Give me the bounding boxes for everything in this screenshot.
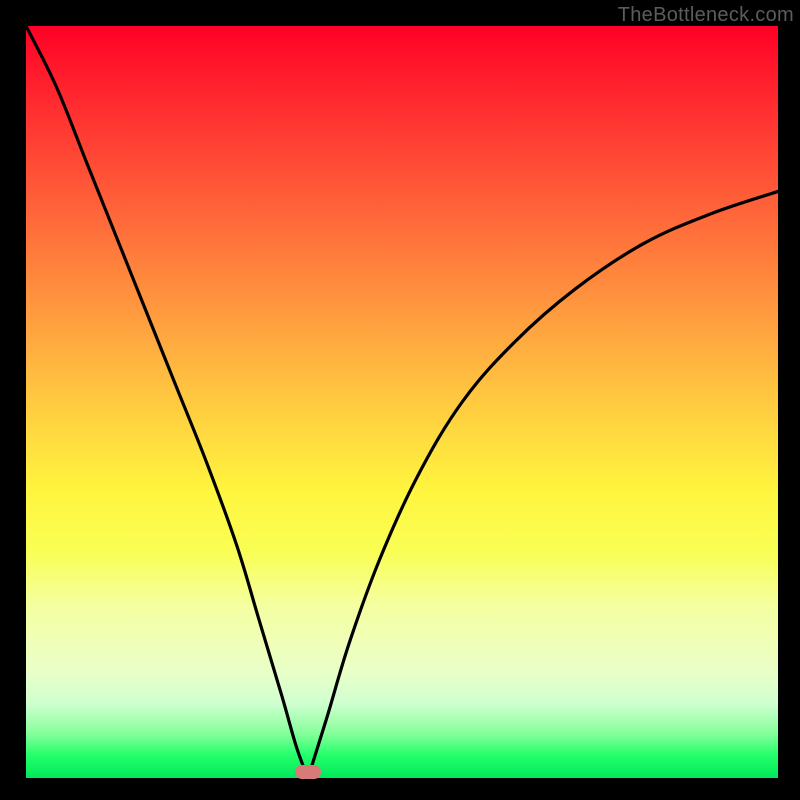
chart-area [26,26,778,778]
bottleneck-curve [26,26,778,778]
watermark-text: TheBottleneck.com [618,4,794,27]
optimal-marker [295,765,321,779]
